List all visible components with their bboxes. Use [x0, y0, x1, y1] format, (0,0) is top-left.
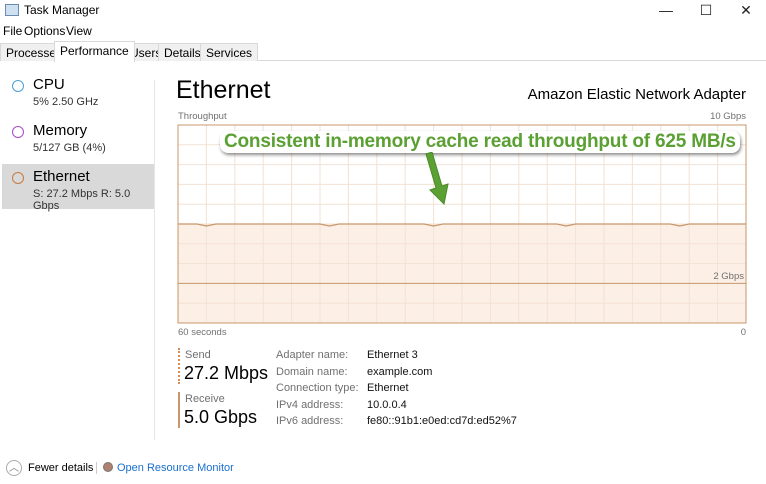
graph-scale-label: 2 Gbps	[713, 271, 744, 282]
sidebar-item-label: Memory	[33, 122, 88, 139]
menu-file[interactable]: File	[3, 24, 22, 38]
graph-max-label: 10 Gbps	[710, 111, 746, 122]
sidebar-item-cpu[interactable]: CPU 5% 2.50 GHz	[2, 76, 154, 122]
tab-bar: Processes Performance Users Details Serv…	[0, 41, 766, 62]
tab-services[interactable]: Services	[200, 43, 259, 61]
graph-x-right: 0	[740, 327, 746, 338]
sidebar-item-sub: 5% 2.50 GHz	[33, 96, 99, 108]
detail-value: example.com	[367, 365, 433, 378]
throughput-graph	[177, 124, 747, 324]
graph-label: Throughput	[178, 111, 227, 122]
sidebar-item-sub: 5/127 GB (4%)	[33, 142, 106, 154]
detail-value: Ethernet	[367, 382, 409, 394]
sidebar-divider	[154, 80, 155, 440]
maximize-button[interactable]: ☐	[686, 0, 726, 20]
menu-view[interactable]: View	[66, 24, 92, 38]
close-button[interactable]: ✕	[726, 0, 766, 20]
sidebar-item-label: CPU	[33, 76, 65, 93]
send-value: 27.2 Mbps	[184, 363, 269, 383]
sidebar-item-ethernet[interactable]: Ethernet S: 27.2 Mbps R: 5.0 Gbps	[2, 164, 154, 212]
receive-value: 5.0 Gbps	[184, 407, 258, 427]
send-label: Send	[185, 349, 211, 361]
cpu-circle-icon	[12, 80, 24, 92]
fewer-details-button[interactable]: Fewer details	[28, 462, 93, 474]
chevron-up-icon[interactable]: ︿	[6, 460, 22, 476]
detail-key: Connection type:	[276, 382, 359, 394]
window-title: Task Manager	[24, 3, 100, 17]
annotation-callout: Consistent in-memory cache read throughp…	[220, 131, 740, 153]
open-resource-monitor-link[interactable]: Open Resource Monitor	[117, 462, 234, 474]
minimize-button[interactable]: —	[646, 0, 686, 20]
send-indicator	[178, 348, 180, 384]
receive-label: Receive	[185, 393, 225, 405]
graph-x-left: 60 seconds	[178, 327, 227, 338]
ethernet-circle-icon	[12, 172, 24, 184]
detail-key: IPv4 address:	[276, 398, 344, 411]
detail-key: IPv6 address:	[276, 415, 344, 427]
annotation-arrow-icon	[425, 152, 449, 206]
sidebar-item-label: Ethernet	[33, 168, 90, 185]
sidebar-item-memory[interactable]: Memory 5/127 GB (4%)	[2, 122, 154, 168]
detail-key: Adapter name:	[276, 349, 349, 361]
receive-indicator	[178, 392, 180, 428]
detail-value: fe80::91b1:e0ed:cd7d:ed52%7	[367, 415, 517, 427]
memory-circle-icon	[12, 126, 24, 138]
sidebar-item-sub: S: 27.2 Mbps R: 5.0 Gbps	[33, 188, 131, 212]
page-title: Ethernet	[176, 76, 271, 104]
detail-value: 10.0.0.4	[367, 398, 407, 411]
menu-options[interactable]: Options	[24, 24, 65, 38]
footer-divider	[96, 462, 97, 474]
tab-performance[interactable]: Performance	[54, 41, 135, 62]
app-icon	[5, 4, 19, 16]
detail-value: Ethernet 3	[367, 349, 418, 361]
detail-key: Domain name:	[276, 365, 348, 378]
resource-monitor-icon	[103, 462, 113, 472]
adapter-name: Amazon Elastic Network Adapter	[527, 86, 746, 103]
